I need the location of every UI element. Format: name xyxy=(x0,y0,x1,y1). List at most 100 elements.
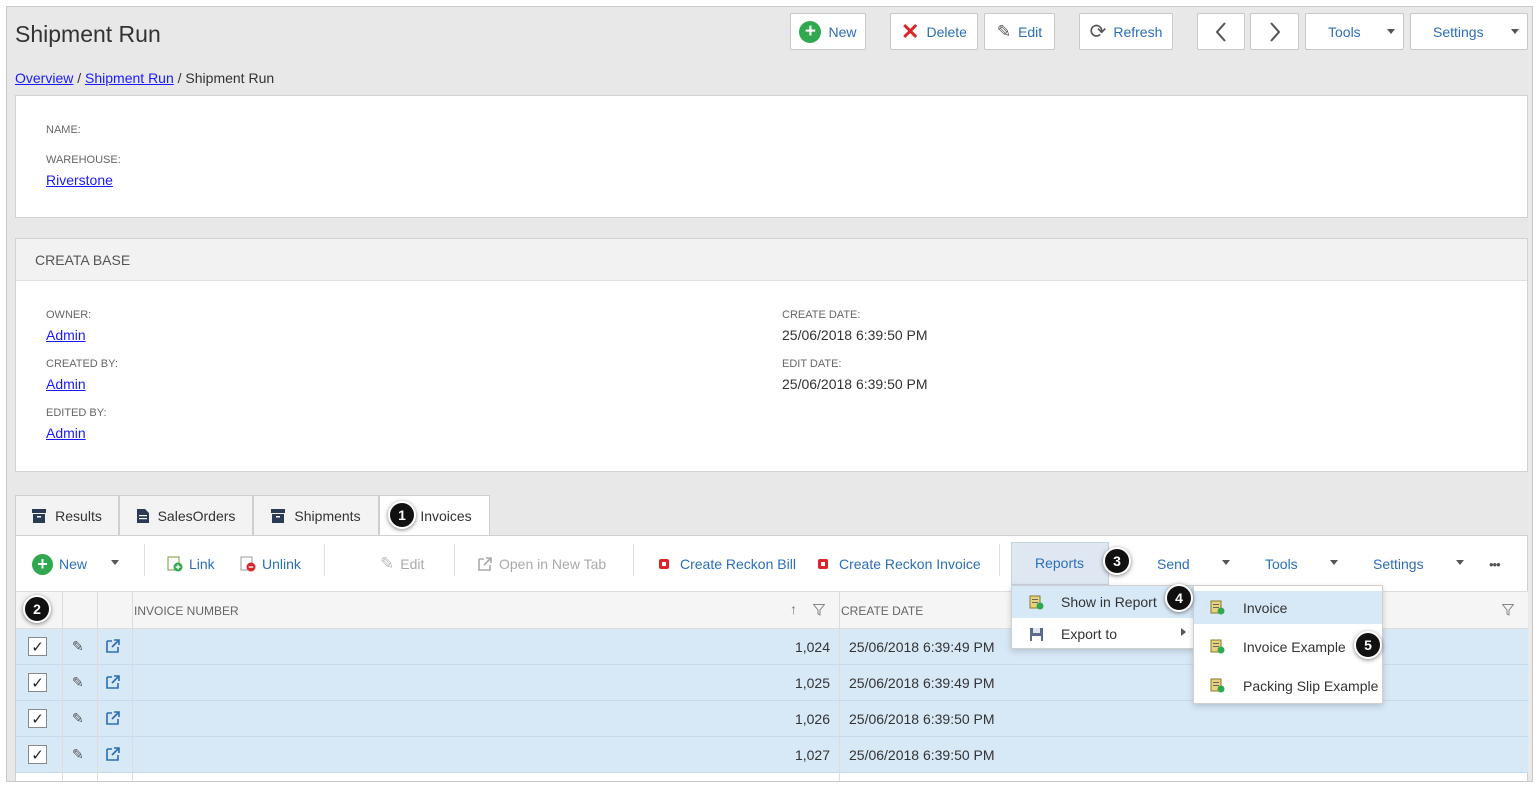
pencil-icon[interactable]: ✎ xyxy=(72,710,84,727)
tab-shipments[interactable]: Shipments xyxy=(253,495,379,535)
external-link-icon[interactable] xyxy=(105,710,121,726)
caret-down-icon xyxy=(1387,29,1395,34)
owner-link[interactable]: Admin xyxy=(46,327,86,343)
external-link-icon[interactable] xyxy=(105,638,121,654)
warehouse-link[interactable]: Riverstone xyxy=(46,172,113,188)
pencil-icon[interactable]: ✎ xyxy=(72,674,84,691)
breadcrumb: Overview / Shipment Run / Shipment Run xyxy=(15,70,275,86)
create-reckon-invoice-button[interactable]: Create Reckon Invoice xyxy=(817,554,981,574)
save-icon xyxy=(1030,627,1043,641)
page-title: Shipment Run xyxy=(15,21,161,47)
archive-icon xyxy=(271,508,286,523)
report-icon xyxy=(1210,678,1225,693)
export-to-item[interactable]: Export to xyxy=(1012,618,1193,650)
grid-new-button[interactable]: + New xyxy=(32,553,87,575)
row-checkbox[interactable]: ✓ xyxy=(28,745,47,764)
external-link-icon xyxy=(478,557,492,571)
tools-dropdown-caret[interactable] xyxy=(1330,560,1338,565)
step-badge-1: 1 xyxy=(388,501,416,529)
close-icon: ✕ xyxy=(901,18,920,44)
row-checkbox[interactable]: ✓ xyxy=(28,709,47,728)
step-badge-4: 4 xyxy=(1165,584,1193,612)
invoice-number: 1,026 xyxy=(794,711,830,727)
create-date: 25/06/2018 6:39:50 PM xyxy=(849,711,995,727)
row-checkbox[interactable]: ✓ xyxy=(28,637,47,656)
table-row[interactable]: ✓ ✎ 1,027 25/06/2018 6:39:50 PM xyxy=(16,737,1528,773)
section-header: CREATA BASE xyxy=(16,239,1527,281)
pencil-icon: ✎ xyxy=(996,21,1012,41)
delete-button[interactable]: ✕ Delete xyxy=(890,13,978,50)
created-by-label: CREATED BY: xyxy=(46,358,118,370)
archive-icon xyxy=(32,508,47,523)
chevron-right-icon xyxy=(1269,21,1280,42)
pencil-icon[interactable]: ✎ xyxy=(72,638,84,655)
external-link-icon[interactable] xyxy=(105,674,121,690)
breadcrumb-overview-link[interactable]: Overview xyxy=(15,70,73,86)
invoice-number: 1,025 xyxy=(794,675,830,691)
packing-slip-example-report-item[interactable]: Packing Slip Example xyxy=(1194,669,1382,702)
created-by-link[interactable]: Admin xyxy=(46,376,86,392)
filter-icon[interactable] xyxy=(1502,604,1514,616)
create-date: 25/06/2018 6:39:49 PM xyxy=(849,639,995,655)
grid-settings-button[interactable]: Settings xyxy=(1373,554,1424,574)
create-date-value: 25/06/2018 6:39:50 PM xyxy=(782,327,928,343)
plus-circle-icon: + xyxy=(32,553,53,575)
tools-dropdown[interactable]: Tools xyxy=(1305,13,1404,50)
reckon-icon xyxy=(659,559,669,569)
pencil-icon[interactable]: ✎ xyxy=(72,746,84,763)
create-reckon-bill-button[interactable]: Create Reckon Bill xyxy=(658,554,796,574)
more-options-button[interactable]: ••• xyxy=(1489,554,1501,574)
next-button[interactable] xyxy=(1250,13,1299,50)
unlink-button[interactable]: Unlink xyxy=(240,554,301,574)
create-date: 25/06/2018 6:39:49 PM xyxy=(849,675,995,691)
link-button[interactable]: Link xyxy=(167,554,215,574)
reports-button[interactable]: Reports xyxy=(1011,542,1109,585)
breadcrumb-shipment-run-link[interactable]: Shipment Run xyxy=(85,70,174,86)
step-badge-3: 3 xyxy=(1103,547,1131,575)
warehouse-label: WAREHOUSE: xyxy=(46,154,121,166)
column-divider xyxy=(132,591,133,781)
divider xyxy=(324,544,325,576)
edited-by-link[interactable]: Admin xyxy=(46,425,86,441)
report-icon xyxy=(1210,600,1225,615)
external-link-icon[interactable] xyxy=(105,746,121,762)
edit-date-value: 25/06/2018 6:39:50 PM xyxy=(782,376,928,392)
tab-salesorders[interactable]: SalesOrders xyxy=(119,495,253,535)
column-divider xyxy=(839,591,840,781)
report-icon xyxy=(1029,595,1044,609)
new-button[interactable]: + New xyxy=(790,13,866,50)
divider xyxy=(999,544,1000,576)
edit-date-label: EDIT DATE: xyxy=(782,358,842,370)
divider xyxy=(633,544,634,576)
open-in-new-tab-button[interactable]: Open in New Tab xyxy=(477,554,606,574)
divider xyxy=(144,544,145,576)
previous-button[interactable] xyxy=(1197,13,1245,50)
row-checkbox[interactable]: ✓ xyxy=(28,673,47,692)
refresh-button[interactable]: ⟳ Refresh xyxy=(1079,13,1173,50)
sort-ascending-icon[interactable]: ↑ xyxy=(790,601,797,617)
col-invoice-number[interactable]: INVOICE NUMBER xyxy=(134,604,239,618)
filter-icon[interactable] xyxy=(813,604,825,616)
chevron-left-icon xyxy=(1215,21,1226,42)
plus-circle-icon: + xyxy=(799,20,822,43)
invoice-number: 1,024 xyxy=(794,639,830,655)
create-date-label: CREATE DATE: xyxy=(782,309,861,321)
send-dropdown-caret[interactable] xyxy=(1222,560,1230,565)
edit-button[interactable]: ✎ Edit xyxy=(984,13,1055,50)
app-window: Shipment Run + New ✕ Delete ✎ Edit ⟳ Ref… xyxy=(6,6,1533,782)
grid-edit-button[interactable]: ✎ Edit xyxy=(380,554,424,574)
send-button[interactable]: Send xyxy=(1157,554,1190,574)
settings-dropdown[interactable]: Settings xyxy=(1410,13,1528,50)
link-remove-icon xyxy=(240,556,256,572)
refresh-icon: ⟳ xyxy=(1089,21,1107,43)
column-divider xyxy=(62,591,63,781)
settings-dropdown-caret[interactable] xyxy=(1456,560,1464,565)
link-add-icon xyxy=(167,556,183,572)
table-row[interactable]: ✓ ✎ 1,026 25/06/2018 6:39:50 PM xyxy=(16,701,1528,737)
grid-new-dropdown-caret[interactable] xyxy=(111,560,119,565)
tab-results[interactable]: Results xyxy=(15,495,119,535)
col-create-date[interactable]: CREATE DATE xyxy=(841,604,923,618)
reckon-icon xyxy=(818,559,828,569)
grid-tools-button[interactable]: Tools xyxy=(1265,554,1298,574)
invoice-report-item[interactable]: Invoice xyxy=(1194,591,1382,624)
